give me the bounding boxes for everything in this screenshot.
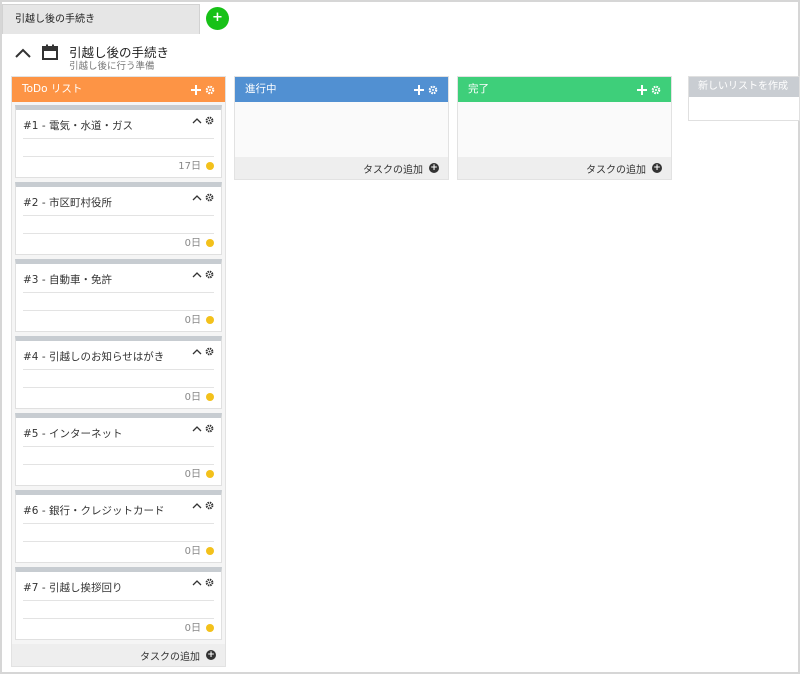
task-card[interactable]: #3 - 自動車・免許 0日 xyxy=(15,259,222,332)
task-days: 0日 xyxy=(184,238,201,249)
gear-icon[interactable] xyxy=(205,578,214,587)
new-list-button[interactable]: 新しいリストを作成 xyxy=(688,76,800,121)
calendar-icon xyxy=(42,44,58,60)
gear-icon[interactable] xyxy=(205,116,214,125)
task-title: #1 - 電気・水道・ガス xyxy=(23,120,133,132)
chevron-up-icon[interactable] xyxy=(192,348,202,356)
task-title: #4 - 引越しのお知らせはがき xyxy=(23,351,165,363)
due-dot xyxy=(206,470,214,478)
task-icons xyxy=(192,424,214,433)
divider xyxy=(23,600,214,601)
tab-project[interactable]: 引越し後の手続き xyxy=(2,4,200,34)
chevron-up-icon[interactable] xyxy=(14,44,32,62)
plus-circle-icon: + xyxy=(206,650,216,660)
list-title: 完了 xyxy=(468,83,489,95)
chevron-up-icon[interactable] xyxy=(192,271,202,279)
task-title: #2 - 市区町村役所 xyxy=(23,197,112,209)
task-icons xyxy=(192,116,214,125)
add-task-label: タスクの追加 xyxy=(586,164,646,176)
add-task-button[interactable]: タスクの追加 + xyxy=(235,157,448,179)
list-title: ToDo リスト xyxy=(22,83,83,95)
due-dot xyxy=(206,624,214,632)
task-icons xyxy=(192,578,214,587)
divider xyxy=(23,369,214,370)
due-dot xyxy=(206,162,214,170)
task-card[interactable]: #2 - 市区町村役所 0日 xyxy=(15,182,222,255)
gear-icon[interactable] xyxy=(205,347,214,356)
list-body xyxy=(235,102,448,157)
task-card[interactable]: #4 - 引越しのお知らせはがき 0日 xyxy=(15,336,222,409)
task-icons xyxy=(192,347,214,356)
add-task-label: タスクの追加 xyxy=(363,164,423,176)
add-tab-button[interactable]: + xyxy=(206,7,229,30)
chevron-up-icon[interactable] xyxy=(192,425,202,433)
plus-circle-icon: + xyxy=(652,163,662,173)
task-days: 17日 xyxy=(178,161,201,172)
list-header-done: 完了 xyxy=(458,77,671,102)
chevron-up-icon[interactable] xyxy=(192,117,202,125)
list-header-icons xyxy=(191,77,215,102)
list-done: 完了 タスクの追加 + xyxy=(457,76,672,180)
task-icons xyxy=(192,270,214,279)
gear-icon[interactable] xyxy=(205,85,215,95)
gear-icon[interactable] xyxy=(205,424,214,433)
list-header-todo: ToDo リスト xyxy=(12,77,225,102)
add-task-label: タスクの追加 xyxy=(140,651,200,663)
chevron-up-icon[interactable] xyxy=(192,579,202,587)
task-title: #5 - インターネット xyxy=(23,428,123,440)
gear-icon[interactable] xyxy=(205,270,214,279)
divider xyxy=(23,523,214,524)
list-title: 進行中 xyxy=(245,83,277,95)
task-icons xyxy=(192,193,214,202)
divider xyxy=(23,138,214,139)
list-header-icons xyxy=(414,77,438,102)
task-card[interactable]: #6 - 銀行・クレジットカード 0日 xyxy=(15,490,222,563)
task-card[interactable]: #5 - インターネット 0日 xyxy=(15,413,222,486)
plus-icon[interactable] xyxy=(414,84,424,95)
divider xyxy=(23,292,214,293)
task-title: #3 - 自動車・免許 xyxy=(23,274,112,286)
plus-icon[interactable] xyxy=(191,84,201,95)
chevron-up-icon[interactable] xyxy=(192,194,202,202)
task-days: 0日 xyxy=(184,469,201,480)
task-title: #7 - 引越し挨拶回り xyxy=(23,582,123,594)
due-dot xyxy=(206,316,214,324)
add-task-button[interactable]: タスクの追加 + xyxy=(12,644,225,666)
divider xyxy=(23,446,214,447)
add-task-button[interactable]: タスクの追加 + xyxy=(458,157,671,179)
project-subtitle: 引越し後に行う準備 xyxy=(69,61,155,72)
list-header-icons xyxy=(637,77,661,102)
due-dot xyxy=(206,239,214,247)
task-days: 0日 xyxy=(184,392,201,403)
task-icons xyxy=(192,501,214,510)
task-card[interactable]: #1 - 電気・水道・ガス 17日 xyxy=(15,105,222,178)
task-days: 0日 xyxy=(184,623,201,634)
task-days: 0日 xyxy=(184,315,201,326)
chevron-up-icon[interactable] xyxy=(192,502,202,510)
task-title: #6 - 銀行・クレジットカード xyxy=(23,505,165,517)
list-in-progress: 進行中 タスクの追加 + xyxy=(234,76,449,180)
gear-icon[interactable] xyxy=(205,501,214,510)
gear-icon[interactable] xyxy=(651,85,661,95)
list-header-in-progress: 進行中 xyxy=(235,77,448,102)
plus-circle-icon: + xyxy=(429,163,439,173)
divider xyxy=(23,215,214,216)
gear-icon[interactable] xyxy=(428,85,438,95)
new-list-label: 新しいリストを作成 xyxy=(689,77,799,97)
task-card[interactable]: #7 - 引越し挨拶回り 0日 xyxy=(15,567,222,640)
due-dot xyxy=(206,393,214,401)
task-days: 0日 xyxy=(184,546,201,557)
gear-icon[interactable] xyxy=(205,193,214,202)
list-todo: ToDo リスト #1 - 電気・水道・ガス 17日 #2 - 市区町村役所 0… xyxy=(11,76,226,667)
list-body xyxy=(458,102,671,157)
plus-icon[interactable] xyxy=(637,84,647,95)
due-dot xyxy=(206,547,214,555)
